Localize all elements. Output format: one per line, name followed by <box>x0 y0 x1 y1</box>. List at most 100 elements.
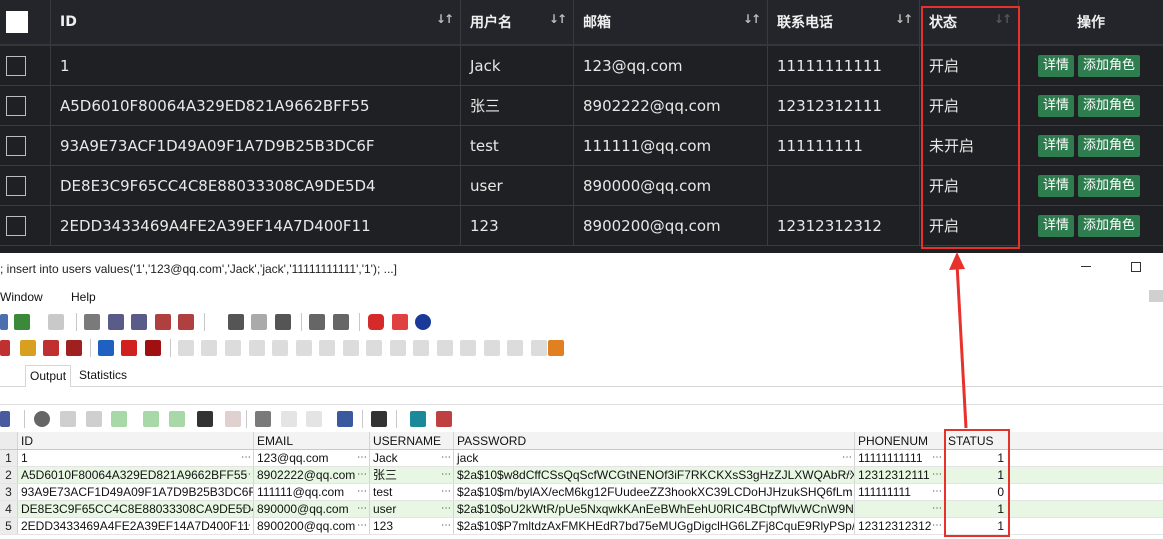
row-checkbox[interactable] <box>6 215 26 236</box>
ellipsis-button[interactable]: ⋯ <box>355 501 369 517</box>
grid-cell-password[interactable]: jack <box>454 450 855 466</box>
window-icon[interactable] <box>309 314 325 330</box>
add-role-button[interactable]: 添加角色 <box>1078 94 1141 117</box>
header-email[interactable]: 邮箱 ↓↑ <box>574 0 768 44</box>
grid-header-email[interactable]: EMAIL <box>254 432 370 449</box>
step-into-icon[interactable] <box>98 340 114 356</box>
grid-header-password[interactable]: PASSWORD <box>454 432 855 449</box>
delete-row-icon[interactable] <box>86 411 102 427</box>
maximize-icon[interactable] <box>1131 262 1141 272</box>
header-username[interactable]: 用户名 ↓↑ <box>461 0 574 44</box>
comment-icon[interactable] <box>155 314 171 330</box>
lock-icon[interactable] <box>34 411 50 427</box>
tab-statistics[interactable]: Statistics <box>75 365 131 387</box>
detail-button[interactable]: 详情 <box>1037 214 1074 237</box>
ellipsis-button[interactable]: ⋯ <box>355 484 369 500</box>
sort-arrows-icon[interactable]: ↓↑ <box>549 12 567 26</box>
select-all-checkbox[interactable] <box>6 11 28 33</box>
restore-icon[interactable] <box>1149 290 1163 302</box>
run-icon[interactable] <box>228 314 244 330</box>
ellipsis-button[interactable]: ⋯ <box>439 501 453 517</box>
back-icon[interactable] <box>14 314 30 330</box>
document-icon[interactable] <box>84 314 100 330</box>
add-role-button[interactable]: 添加角色 <box>1078 54 1141 77</box>
indent-icon[interactable] <box>108 314 124 330</box>
grid-cell-email[interactable]: 111111@qq.com <box>254 484 370 500</box>
grid-cell-email[interactable]: 8902222@qq.com <box>254 467 370 483</box>
grid-cell-id[interactable]: A5D6010F80064A329ED821A9662BFF55 <box>18 467 254 483</box>
ellipsis-button[interactable]: ⋯ <box>840 467 854 483</box>
grid-header-username[interactable]: USERNAME <box>370 432 454 449</box>
row-checkbox[interactable] <box>6 55 26 76</box>
navigate-icon[interactable] <box>0 411 10 427</box>
ellipsis-button[interactable]: ⋯ <box>930 450 944 466</box>
export-icon[interactable] <box>548 340 564 356</box>
ellipsis-button[interactable]: ⋯ <box>439 450 453 466</box>
grid-header-phonenum[interactable]: PHONENUM <box>855 432 945 449</box>
detail-button[interactable]: 详情 <box>1037 94 1074 117</box>
grid-cell-email[interactable]: 8900200@qq.com <box>254 518 370 534</box>
trace-icon[interactable] <box>275 314 291 330</box>
add-row-icon[interactable] <box>60 411 76 427</box>
edit-icon[interactable] <box>0 314 8 330</box>
grid-cell-password[interactable]: $2a$10$P7mltdzAxFMKHEdR7bd75eMUGgDigclHG… <box>454 518 855 534</box>
header-phone[interactable]: 联系电话 ↓↑ <box>768 0 920 44</box>
chart-icon[interactable] <box>436 411 452 427</box>
clear-breakpoint-icon[interactable] <box>66 340 82 356</box>
grid-icon[interactable] <box>333 314 349 330</box>
fetch-last-icon[interactable] <box>169 411 185 427</box>
grid-cell-id[interactable]: DE8E3C9F65CC4C8E88033308CA9DE5D4 <box>18 501 254 517</box>
ellipsis-button[interactable]: ⋯ <box>439 467 453 483</box>
query-by-example-icon[interactable] <box>255 411 271 427</box>
sort-arrows-icon[interactable]: ↓↑ <box>436 12 454 26</box>
sort-arrows-icon[interactable]: ↓↑ <box>895 12 913 26</box>
detail-button[interactable]: 详情 <box>1037 54 1074 77</box>
ellipsis-button[interactable]: ⋯ <box>930 501 944 517</box>
ellipsis-button[interactable]: ⋯ <box>239 518 253 534</box>
ellipsis-button[interactable]: ⋯ <box>355 467 369 483</box>
tab-output[interactable]: Output <box>25 365 72 387</box>
grid-cell-password[interactable]: $2a$10$w8dCffCSsQqScfWCGtNENOf3iF7RKCKXs… <box>454 467 855 483</box>
step-over-icon[interactable] <box>121 340 137 356</box>
detail-button[interactable]: 详情 <box>1037 174 1074 197</box>
ellipsis-button[interactable]: ⋯ <box>355 518 369 534</box>
uncomment-icon[interactable] <box>178 314 194 330</box>
grid-cell-email[interactable]: 123@qq.com <box>254 450 370 466</box>
ellipsis-button[interactable]: ⋯ <box>239 501 253 517</box>
menu-window[interactable]: Window <box>0 290 43 304</box>
grid-cell-password[interactable]: $2a$10$oU2kWtR/pUe5NxqwkKAnEeBWhEehU0RIC… <box>454 501 855 517</box>
grid-cell-id[interactable]: 93A9E73ACF1D49A09F1A7D9B25B3DC6F <box>18 484 254 500</box>
ellipsis-button[interactable]: ⋯ <box>930 467 944 483</box>
ellipsis-button[interactable]: ⋯ <box>840 501 854 517</box>
grid-cell-id[interactable]: 1 <box>18 450 254 466</box>
ellipsis-button[interactable]: ⋯ <box>930 518 944 534</box>
ellipsis-button[interactable]: ⋯ <box>355 450 369 466</box>
forward-icon[interactable] <box>48 314 64 330</box>
grid-cell-email[interactable]: 890000@qq.com <box>254 501 370 517</box>
menu-help[interactable]: Help <box>71 290 96 304</box>
header-id[interactable]: ID ↓↑ <box>51 0 461 44</box>
grid-cell-id[interactable]: 2EDD3433469A4FE2A39EF14A7D400F11 <box>18 518 254 534</box>
fetch-next-icon[interactable] <box>143 411 159 427</box>
grid-cell-password[interactable]: $2a$10$m/bylAX/ecM6kg12FUudeeZZ3hookXC39… <box>454 484 855 500</box>
explain-icon[interactable] <box>251 314 267 330</box>
ellipsis-button[interactable]: ⋯ <box>239 467 253 483</box>
filter-icon[interactable] <box>281 411 297 427</box>
find-icon[interactable] <box>197 411 213 427</box>
add-role-button[interactable]: 添加角色 <box>1078 214 1141 237</box>
schema-icon[interactable] <box>337 411 353 427</box>
add-role-button[interactable]: 添加角色 <box>1078 174 1141 197</box>
add-role-button[interactable]: 添加角色 <box>1078 134 1141 157</box>
grid-header-id[interactable]: ID <box>18 432 254 449</box>
ellipsis-button[interactable]: ⋯ <box>840 450 854 466</box>
breakpoint-icon[interactable] <box>43 340 59 356</box>
stop-icon[interactable] <box>145 340 161 356</box>
ellipsis-button[interactable]: ⋯ <box>239 450 253 466</box>
ellipsis-button[interactable]: ⋯ <box>930 484 944 500</box>
unindent-icon[interactable] <box>131 314 147 330</box>
oracle-icon[interactable] <box>368 314 384 330</box>
detail-button[interactable]: 详情 <box>1037 134 1074 157</box>
ellipsis-button[interactable]: ⋯ <box>439 518 453 534</box>
row-checkbox[interactable] <box>6 135 26 156</box>
post-changes-icon[interactable] <box>111 411 127 427</box>
